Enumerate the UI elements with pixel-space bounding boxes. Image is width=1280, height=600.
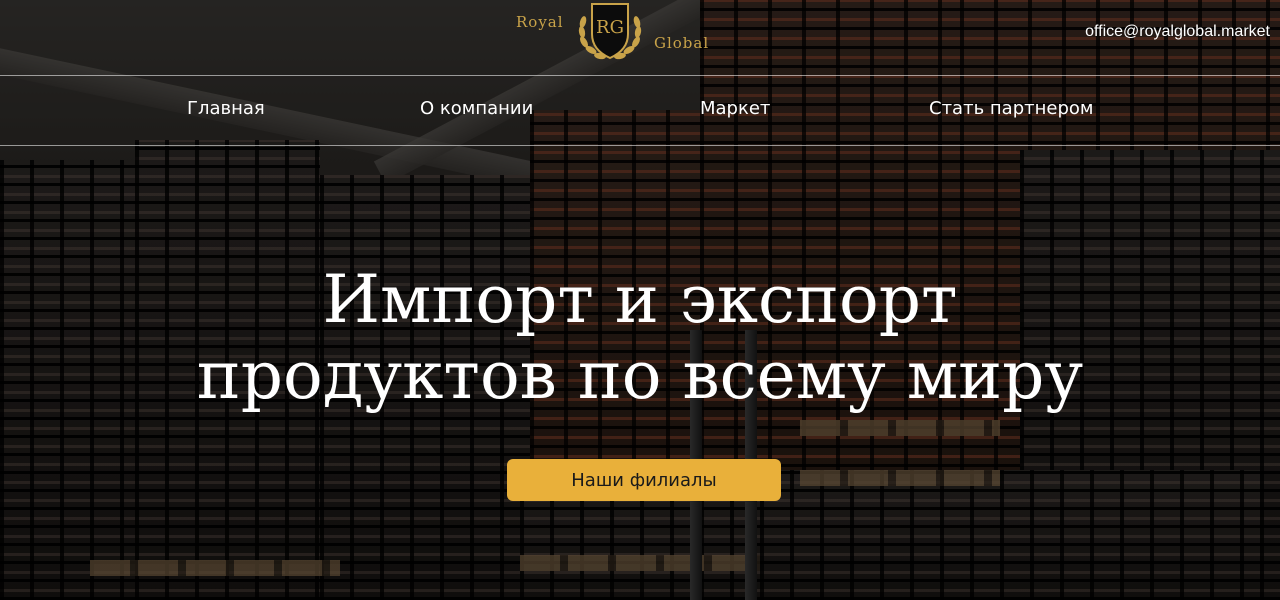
logo-word-royal-text: Royal — [516, 13, 564, 31]
page: Royal RG Global office@royalglobal.marke… — [0, 0, 1280, 600]
our-branches-button[interactable]: Наши филиалы — [507, 459, 781, 501]
hero-title-line-1: Импорт и экспорт — [322, 261, 958, 338]
nav-item-home[interactable]: Главная — [187, 98, 265, 119]
nav-item-become-partner[interactable]: Стать партнером — [929, 98, 1093, 119]
logo-word-global: Global — [654, 34, 709, 52]
nav-item-about[interactable]: О компании — [420, 98, 533, 119]
contact-email-link[interactable]: office@royalglobal.market — [1085, 23, 1270, 41]
laurel-shield-icon: RG — [578, 3, 642, 60]
main-navigation: Главная О компании Маркет Стать партнеро… — [0, 76, 1280, 146]
logo-word-global-text: Global — [654, 34, 710, 52]
brand-logo[interactable]: Royal RG Global — [512, 0, 722, 70]
nav-item-market[interactable]: Маркет — [700, 98, 770, 119]
logo-word-royal: Royal — [516, 13, 564, 31]
hero-title: Импорт и экспорт продуктов по всему миру — [140, 262, 1140, 414]
site-header: Royal RG Global office@royalglobal.marke… — [0, 0, 1280, 76]
hero-title-line-2: продуктов по всему миру — [196, 337, 1084, 414]
svg-text:RG: RG — [596, 17, 624, 38]
